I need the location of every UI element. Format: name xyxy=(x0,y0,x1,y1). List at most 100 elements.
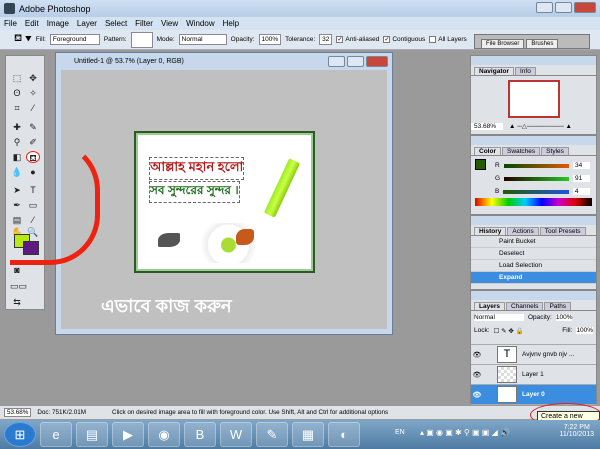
doc-maximize-button[interactable] xyxy=(347,56,364,67)
document-title: Untitled-1 @ 53.7% (Layer 0, RGB) xyxy=(74,58,184,65)
fill-select[interactable]: Foreground xyxy=(49,34,100,45)
notepad-icon[interactable]: ✎ xyxy=(256,422,288,447)
navigator-preview[interactable] xyxy=(507,80,560,118)
magic-wand-icon[interactable]: ✧ xyxy=(26,87,40,99)
tray-icons[interactable]: ▴ ▣ ◉ ▣ ✱ ⚲ ▣ ▣ ◢ 🔊 xyxy=(420,428,510,437)
move-tool-icon[interactable]: ✥ xyxy=(26,72,40,84)
tab-channels[interactable]: Channels xyxy=(505,302,544,310)
navigator-panel: Navigator Info 53.68% ▲ ─△──────── ▲ xyxy=(470,55,597,135)
history-item[interactable]: Paint Bucket xyxy=(471,236,596,248)
tab-info[interactable]: Info xyxy=(514,67,536,75)
tab-brushes[interactable]: Brushes xyxy=(526,39,559,48)
brush-tool-icon[interactable]: ✎ xyxy=(26,121,40,133)
history-item[interactable]: Deselect xyxy=(471,248,596,260)
doc-close-button[interactable] xyxy=(366,56,388,67)
doc-minimize-button[interactable] xyxy=(328,56,345,67)
green-value[interactable]: 91 xyxy=(573,175,590,182)
menu-filter[interactable]: Filter xyxy=(135,19,153,28)
tab-swatches[interactable]: Swatches xyxy=(501,147,541,155)
start-button[interactable]: ⊞ xyxy=(4,422,36,447)
opacity-input[interactable]: 100% xyxy=(258,34,282,45)
layer-fill-input[interactable]: 100% xyxy=(576,327,593,334)
maximize-button[interactable] xyxy=(555,2,572,13)
ie-icon[interactable]: e xyxy=(40,422,72,447)
lock-icons[interactable]: ☐ ✎ ✥ 🔒 xyxy=(494,327,524,335)
healing-brush-icon[interactable]: ✚ xyxy=(10,121,24,133)
blue-value[interactable]: 4 xyxy=(572,188,590,195)
tab-actions[interactable]: Actions xyxy=(507,227,539,235)
crop-tool-icon[interactable]: ⌗ xyxy=(10,102,24,114)
jump-to-imageready-icon[interactable]: ⇆ xyxy=(10,296,24,308)
paint-bucket-icon[interactable]: ⛾ ▾ xyxy=(14,33,32,46)
tab-tool-presets[interactable]: Tool Presets xyxy=(539,227,586,235)
mode-select[interactable]: Normal xyxy=(178,34,227,45)
blue-slider[interactable] xyxy=(503,189,569,194)
photoshop-taskbar-icon[interactable]: ◐ xyxy=(328,422,360,447)
tab-file-browser[interactable]: File Browser xyxy=(481,39,525,48)
color-foreground-swatch[interactable] xyxy=(475,159,486,170)
control-panel-icon[interactable]: ▦ xyxy=(292,422,324,447)
pattern-label: Pattern: xyxy=(103,36,127,43)
layer-opacity-input[interactable]: 100% xyxy=(555,314,573,321)
tolerance-label: Tolerance: xyxy=(285,36,316,43)
tab-layers[interactable]: Layers xyxy=(474,302,505,310)
history-item[interactable]: Expand xyxy=(471,272,596,284)
layer-row[interactable]: 👁 Layer 0 xyxy=(471,385,596,405)
menu-window[interactable]: Window xyxy=(186,19,214,28)
red-slider[interactable] xyxy=(503,163,569,168)
menu-edit[interactable]: Edit xyxy=(25,19,39,28)
word-icon[interactable]: W xyxy=(220,422,252,447)
layer-row[interactable]: 👁 T Avjvnv gnvb njv ... xyxy=(471,345,596,365)
eye-icon[interactable]: 👁 xyxy=(471,351,483,359)
explorer-icon[interactable]: ▤ xyxy=(76,422,108,447)
quick-mask-icon[interactable]: ◙ xyxy=(10,264,24,276)
artwork-line-1: আল্লাহ মহান হলো xyxy=(148,157,245,180)
pattern-picker[interactable] xyxy=(130,31,153,48)
artwork-line-2: সব সুন্দরের সুন্দর । xyxy=(149,181,240,203)
blend-mode-select[interactable]: Normal xyxy=(474,314,524,321)
butterfly-image xyxy=(236,229,254,245)
all-layers-checkbox[interactable]: All Layers xyxy=(429,35,467,43)
minimize-button[interactable] xyxy=(536,2,553,13)
red-value[interactable]: 34 xyxy=(572,162,590,169)
tolerance-input[interactable]: 32 xyxy=(319,34,333,45)
zoom-slider[interactable]: ▲ ─△──────── ▲ xyxy=(509,122,572,130)
title-bar: Adobe Photoshop xyxy=(0,0,600,17)
instruction-caption: এভাবে কাজ করুন xyxy=(101,296,232,316)
menu-layer[interactable]: Layer xyxy=(77,19,97,28)
bijoy-icon[interactable]: B xyxy=(184,422,216,447)
layer-row[interactable]: 👁 Layer 1 xyxy=(471,365,596,385)
clock[interactable]: 7:22 PM 11/10/2013 xyxy=(559,424,594,438)
menu-select[interactable]: Select xyxy=(105,19,127,28)
screen-mode-icon[interactable]: ▭▭ xyxy=(10,280,27,292)
history-item[interactable]: Load Selection xyxy=(471,260,596,272)
tab-navigator[interactable]: Navigator xyxy=(474,67,514,75)
tab-color[interactable]: Color xyxy=(474,147,501,155)
app-title: Adobe Photoshop xyxy=(19,3,91,14)
slice-tool-icon[interactable]: ⁄ xyxy=(26,102,40,114)
firefox-icon[interactable]: ◉ xyxy=(148,422,180,447)
canvas[interactable]: আল্লাহ মহান হলো সব সুন্দরের সুন্দর । এভা… xyxy=(61,70,387,329)
status-zoom[interactable]: 53.68% xyxy=(4,408,32,417)
color-panel: Color Swatches Styles R 34 G 91 B4 xyxy=(470,135,597,215)
tab-paths[interactable]: Paths xyxy=(544,302,572,310)
close-button[interactable] xyxy=(574,2,596,13)
eye-icon[interactable]: 👁 xyxy=(471,391,483,399)
anti-aliased-checkbox[interactable]: ✓ Anti-aliased xyxy=(336,35,379,43)
pencil-image xyxy=(263,158,301,218)
menu-help[interactable]: Help xyxy=(223,19,239,28)
contiguous-checkbox[interactable]: ✓ Contiguous xyxy=(383,35,425,43)
media-player-icon[interactable]: ▶ xyxy=(112,422,144,447)
menu-image[interactable]: Image xyxy=(47,19,69,28)
menu-view[interactable]: View xyxy=(161,19,178,28)
color-ramp[interactable] xyxy=(475,198,592,206)
eye-icon[interactable]: 👁 xyxy=(471,371,483,379)
language-indicator[interactable]: EN xyxy=(395,429,405,436)
green-slider[interactable] xyxy=(504,176,570,181)
navigator-zoom[interactable]: 53.68% xyxy=(471,122,503,130)
lasso-tool-icon[interactable]: ʘ xyxy=(10,87,24,99)
menu-file[interactable]: File xyxy=(4,19,17,28)
tab-history[interactable]: History xyxy=(474,227,507,235)
marquee-tool-icon[interactable]: ⬚ xyxy=(10,72,24,84)
tab-styles[interactable]: Styles xyxy=(541,147,569,155)
